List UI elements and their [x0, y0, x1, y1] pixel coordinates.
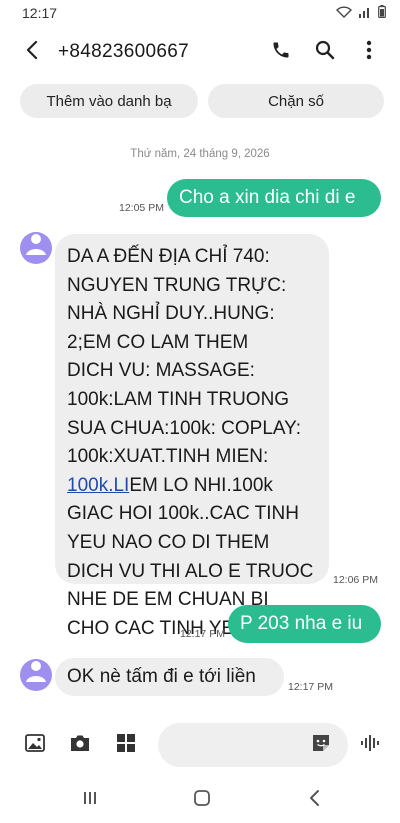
- add-contact-button[interactable]: Thêm vào danh bạ: [20, 84, 198, 118]
- contact-avatar[interactable]: [20, 232, 52, 264]
- message-time: 12:06 PM: [333, 574, 378, 586]
- more-options-button[interactable]: [352, 35, 386, 69]
- apps-button[interactable]: [112, 731, 140, 759]
- apps-grid-icon: [117, 733, 135, 757]
- voice-button[interactable]: [357, 731, 385, 759]
- search-button[interactable]: [308, 35, 342, 69]
- back-arrow-icon: [25, 40, 39, 64]
- nav-back-button[interactable]: [300, 788, 328, 812]
- sticker-button[interactable]: [307, 731, 335, 759]
- status-bar: 12:17: [0, 0, 400, 26]
- camera-button[interactable]: [66, 731, 94, 759]
- header-actions: [264, 35, 400, 69]
- system-nav-bar: [0, 780, 400, 820]
- camera-icon: [69, 734, 91, 757]
- outgoing-message-bubble[interactable]: P 203 nha e iu: [228, 605, 381, 643]
- voice-icon: [360, 734, 382, 757]
- person-icon: [20, 659, 52, 691]
- contact-avatar[interactable]: [20, 659, 52, 691]
- more-vert-icon: [366, 40, 372, 65]
- message-text-part: DA A ĐẾN ĐỊA CHỈ 740: NGUYEN TRUNG TRỰC:…: [67, 246, 302, 468]
- signal-icon: [358, 5, 372, 21]
- back-nav-icon: [308, 789, 320, 812]
- home-icon: [193, 789, 211, 812]
- message-time: 12:05 PM: [119, 202, 164, 214]
- recents-button[interactable]: [76, 788, 104, 812]
- composer-bar: [0, 722, 400, 768]
- gallery-button[interactable]: [21, 731, 49, 759]
- top-bar: +84823600667: [0, 30, 400, 74]
- wifi-icon: [336, 5, 352, 21]
- phone-icon: [271, 40, 291, 65]
- message-time: 12:17 PM: [288, 681, 333, 693]
- status-time: 12:17: [22, 5, 58, 21]
- incoming-message-bubble[interactable]: OK nè tấm đi e tới liền: [55, 658, 284, 696]
- home-button[interactable]: [188, 788, 216, 812]
- person-icon: [20, 232, 52, 264]
- message-link[interactable]: 100k.LI: [67, 475, 129, 496]
- block-number-button[interactable]: Chặn số: [208, 84, 384, 118]
- search-icon: [315, 40, 335, 65]
- battery-icon: [378, 5, 386, 21]
- back-button[interactable]: [10, 30, 54, 74]
- sticker-icon: [311, 733, 331, 758]
- date-separator: Thứ năm, 24 tháng 9, 2026: [130, 148, 270, 160]
- incoming-message-bubble[interactable]: DA A ĐẾN ĐỊA CHỈ 740: NGUYEN TRUNG TRỰC:…: [55, 234, 329, 639]
- gallery-icon: [25, 733, 45, 757]
- status-icons: [336, 5, 386, 21]
- message-time: 12:17 PM: [180, 628, 225, 640]
- incoming-message-text: DA A ĐẾN ĐỊA CHỈ 740: NGUYEN TRUNG TRỰC:…: [55, 234, 329, 643]
- quick-actions: Thêm vào danh bạ Chặn số: [20, 84, 384, 118]
- outgoing-message-bubble[interactable]: Cho a xin dia chi di e: [167, 179, 381, 217]
- call-button[interactable]: [264, 35, 298, 69]
- contact-title: +84823600667: [58, 41, 189, 62]
- recents-icon: [82, 790, 98, 811]
